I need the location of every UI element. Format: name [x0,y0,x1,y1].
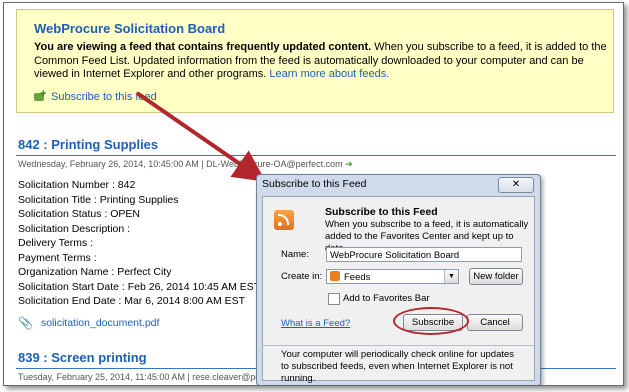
name-label: Name: [281,249,309,260]
feeds-folder-icon [330,271,340,281]
create-in-value: Feeds [344,272,371,283]
dialog-separator [263,345,534,346]
dialog-footer-text: Your computer will periodically check on… [281,349,515,384]
cancel-button[interactable]: Cancel [467,314,523,331]
dialog-window-title: Subscribe to this Feed [262,178,367,190]
add-to-favorites-bar-checkbox[interactable] [328,293,340,305]
dialog-body: Subscribe to this Feed When you subscrib… [262,196,535,384]
annotation-circle [393,307,469,335]
browser-page: WebProcure Solicitation Board You are vi… [3,2,624,386]
close-button[interactable]: ✕ [498,177,534,193]
name-field[interactable]: WebProcure Solicitation Board [326,247,522,262]
dialog-heading: Subscribe to this Feed [325,206,438,218]
create-in-label: Create in: [281,271,323,282]
new-folder-button[interactable]: New folder [469,268,523,285]
what-is-feed-link[interactable]: What is a Feed? [281,318,350,329]
add-to-favorites-bar-label: Add to Favorites Bar [343,293,430,304]
subscribe-feed-dialog: Subscribe to this Feed ✕ Subscribe to th… [256,174,541,385]
rss-feed-icon [274,210,294,230]
chevron-down-icon[interactable]: ▼ [444,270,458,283]
create-in-dropdown[interactable]: Feeds ▼ [326,269,459,284]
